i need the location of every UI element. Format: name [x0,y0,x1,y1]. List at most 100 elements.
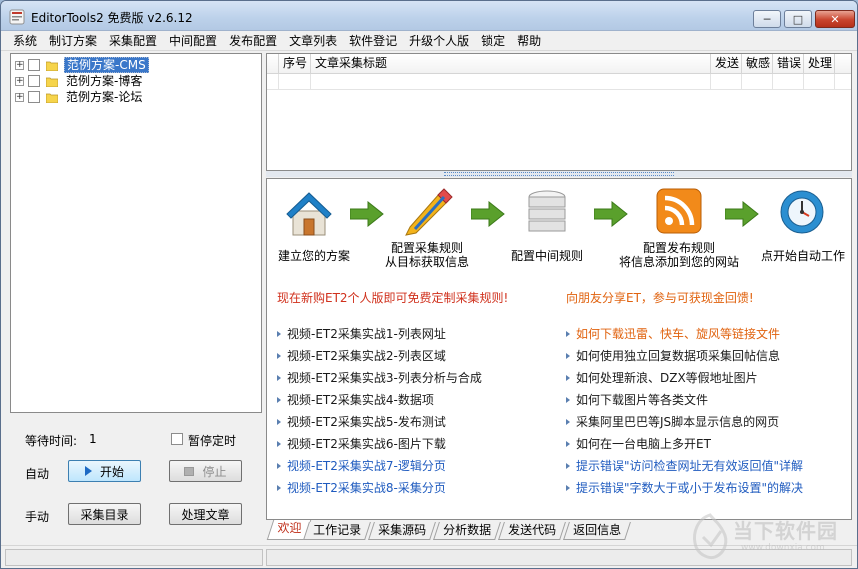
tree-checkbox[interactable] [28,91,40,103]
article-grid[interactable]: 序号 文章采集标题 发送 敏感 错误 处理 [266,53,852,171]
tree-item[interactable]: + 范例方案-博客 [15,73,144,89]
help-link[interactable]: 采集阿里巴巴等JS脚本显示信息的网页 [566,413,779,430]
help-link[interactable]: 如何下载迅雷、快车、旋风等链接文件 [566,325,780,342]
help-link[interactable]: 提示错误"字数大于或小于发布设置"的解决 [566,479,803,496]
help-link[interactable]: 如何在一台电脑上多开ET [566,435,711,452]
step-create-plan[interactable]: 建立您的方案 [269,249,359,263]
stop-button[interactable]: 停止 [169,460,242,482]
collect-directory-button[interactable]: 采集目录 [68,503,141,525]
column-header-sensitive[interactable]: 敏感 [742,54,773,73]
tab-label: 发送代码 [508,523,557,537]
table-row[interactable] [267,74,851,90]
tutorial-link[interactable]: 视频-ET2采集实战7-逻辑分页 [277,457,446,474]
process-articles-button[interactable]: 处理文章 [169,503,242,525]
plan-tree[interactable]: + 范例方案-CMS + 范例方案-博客 + 范例方案-论坛 [10,53,262,413]
menu-upgrade[interactable]: 升级个人版 [403,32,475,50]
manual-label: 手动 [25,510,50,524]
menu-plan[interactable]: 制订方案 [43,32,103,50]
help-link[interactable]: 如何处理新浪、DZX等假地址图片 [566,369,758,386]
tree-checkbox[interactable] [28,75,40,87]
auto-label: 自动 [25,467,50,481]
tab-source-code[interactable]: 采集源码 [368,522,436,540]
tree-checkbox[interactable] [28,59,40,71]
play-icon [84,466,92,476]
tutorial-link[interactable]: 视频-ET2采集实战4-数据项 [277,391,434,408]
menu-middle-config[interactable]: 中间配置 [163,32,223,50]
column-header-process[interactable]: 处理 [804,54,835,73]
promo-left[interactable]: 现在新购ET2个人版即可免费定制采集规则! [277,289,508,306]
menu-collect-config[interactable]: 采集配置 [103,32,163,50]
tree-item-label[interactable]: 范例方案-博客 [64,74,144,88]
panel-splitter[interactable] [266,171,852,177]
step-auto-start[interactable]: 点开始自动工作 [755,249,851,263]
expand-icon[interactable]: + [15,60,24,70]
main-window: EditorTools2 免费版 v2.6.12 ─ □ ✕ 系统 制订方案 采… [0,0,858,569]
watermark-logo-icon [693,513,728,559]
menu-article-list[interactable]: 文章列表 [283,32,343,50]
step-line: 建立您的方案 [277,249,350,263]
table-cell [711,74,742,89]
tree-item-label[interactable]: 范例方案-论坛 [64,90,144,104]
minimize-button[interactable]: ─ [753,10,781,28]
home-icon [286,192,332,236]
wait-time-value: 1 [89,432,97,446]
promo-right[interactable]: 向朋友分享ET，参与可获现金回馈! [566,289,754,306]
expand-icon[interactable]: + [15,92,24,102]
tree-item[interactable]: + 范例方案-CMS [15,57,149,73]
tab-analysis-data[interactable]: 分析数据 [433,522,501,540]
tutorial-link[interactable]: 视频-ET2采集实战8-采集分页 [277,479,446,496]
table-cell [279,74,311,89]
step-collect-rules[interactable]: 配置采集规则 从目标获取信息 [372,241,482,269]
tab-work-log[interactable]: 工作记录 [303,522,371,540]
tree-item-label[interactable]: 范例方案-CMS [64,57,149,73]
step-publish-rules[interactable]: 配置发布规则 将信息添加到您的网站 [609,241,749,269]
link-text: 视频-ET2采集实战2-列表区域 [287,349,446,363]
tree-item[interactable]: + 范例方案-论坛 [15,89,144,105]
help-link[interactable]: 提示错误"访问检查网址无有效返回值"详解 [566,457,803,474]
watermark: 当下软件园 www.downxia.com [681,511,857,563]
tutorial-link[interactable]: 视频-ET2采集实战3-列表分析与合成 [277,369,482,386]
close-button[interactable]: ✕ [815,10,855,28]
pause-timer-checkbox[interactable] [171,433,183,445]
tutorial-link[interactable]: 视频-ET2采集实战1-列表网址 [277,325,446,342]
menu-help[interactable]: 帮助 [511,32,547,50]
menu-register[interactable]: 软件登记 [343,32,403,50]
tab-return-info[interactable]: 返回信息 [563,522,631,540]
expand-icon[interactable]: + [15,76,24,86]
link-text: 如何下载迅雷、快车、旋风等链接文件 [576,327,781,341]
title-bar: EditorTools2 免费版 v2.6.12 ─ □ ✕ [1,1,857,31]
tutorial-link[interactable]: 视频-ET2采集实战2-列表区域 [277,347,446,364]
maximize-button[interactable]: □ [784,10,812,28]
column-header-send[interactable]: 发送 [711,54,742,73]
clock-icon [780,190,824,234]
step-middle-rules[interactable]: 配置中间规则 [497,249,597,263]
pause-timer-label: 暂停定时 [188,434,237,448]
menu-publish-config[interactable]: 发布配置 [223,32,283,50]
column-header-title[interactable]: 文章采集标题 [311,54,711,73]
stop-button-label: 停止 [202,464,227,479]
column-header-error[interactable]: 错误 [773,54,804,73]
link-text: 视频-ET2采集实战3-列表分析与合成 [287,371,482,385]
tab-label: 返回信息 [573,523,622,537]
splitter-grip[interactable] [444,172,674,176]
arrow-right-icon [594,201,628,227]
help-link[interactable]: 如何使用独立回复数据项采集回帖信息 [566,347,780,364]
database-icon [528,190,566,232]
column-header-index[interactable]: 序号 [279,54,311,73]
start-button[interactable]: 开始 [68,460,141,482]
tutorial-link[interactable]: 视频-ET2采集实战6-图片下载 [277,435,446,452]
link-text: 如何在一台电脑上多开ET [576,437,711,451]
bullet-icon [566,418,570,425]
table-cell [773,74,804,89]
menu-system[interactable]: 系统 [7,32,43,50]
bullet-icon [277,462,281,469]
tutorial-link[interactable]: 视频-ET2采集实战5-发布测试 [277,413,446,430]
menu-lock[interactable]: 锁定 [475,32,511,50]
bullet-icon [277,418,281,425]
rss-icon [656,188,702,234]
bullet-icon [566,462,570,469]
help-link[interactable]: 如何下载图片等各类文件 [566,391,708,408]
tab-send-code[interactable]: 发送代码 [498,522,566,540]
bullet-icon [566,484,570,491]
table-cell [804,74,835,89]
